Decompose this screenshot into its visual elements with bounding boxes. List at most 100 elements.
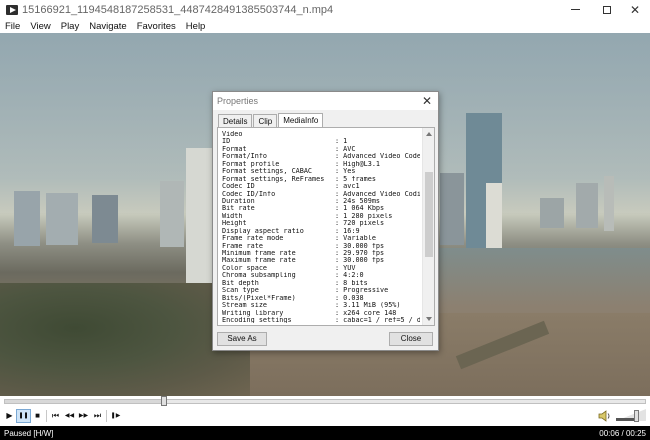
mediainfo-value: : YUV [335,264,356,272]
building [576,183,598,228]
mediainfo-scrollbar[interactable] [422,128,434,325]
volume-thumb[interactable] [634,410,640,422]
mediainfo-value: : Variable [335,235,376,243]
seek-track[interactable] [4,399,646,404]
building [540,198,564,228]
mediainfo-value: : 1 [335,138,348,146]
mediainfo-row: Video [222,131,420,138]
mediainfo-panel: Video ID: 1 Format: AVC Format/Info: Advanc… [217,127,435,326]
mediainfo-value: : avc1 [335,183,360,191]
mediainfo-value: : 29.970 fps [335,250,385,257]
mediainfo-row: Format/Info: Advanced Video Codec [222,153,420,160]
mediainfo-key: Format/Info [222,153,268,161]
previous-button[interactable]: ⏮ [48,409,63,423]
seek-thumb[interactable] [161,396,167,406]
tab-details[interactable]: Details [218,114,253,127]
mediainfo-row: Chroma subsampling: 4:2:0 [222,272,420,279]
scroll-down-icon[interactable] [426,317,432,321]
building [160,181,184,247]
mediainfo-text[interactable]: Video ID: 1 Format: AVC Format/Info: Advanc… [222,131,420,323]
menu-file[interactable]: File [0,21,25,32]
menu-navigate[interactable]: Navigate [84,21,132,32]
mediainfo-row: Format settings, ReFrames: 5 frames [222,176,420,183]
menu-bar: File View Play Navigate Favorites Help [0,19,650,33]
mediainfo-value: : 1 280 pixels [335,212,393,220]
mediainfo-row: Stream size: 3.11 MiB (95%) [222,302,420,309]
mediainfo-row: Frame rate mode : Variable [222,235,420,242]
status-bar: Paused [H/W] 00:06 / 00:25 [0,426,650,440]
mediainfo-row: Minimum frame rate: 29.970 fps [222,250,420,257]
frame-step-icon: ❚▶ [110,413,121,419]
mediainfo-key: Height [222,220,247,228]
mediainfo-key: Display aspect ratio [222,227,304,235]
dialog-title: Properties [217,96,259,106]
mediainfo-row: Format: AVC [222,146,420,153]
scroll-thumb[interactable] [425,172,433,257]
mediainfo-row: Writing library: x264 core 148 [222,310,420,317]
building [440,173,464,245]
stop-button[interactable]: ■ [30,409,45,423]
mediainfo-key: Frame rate mode [222,235,284,243]
building [92,195,118,243]
close-icon: ✕ [629,2,641,17]
frame-step-button[interactable]: ❚▶ [108,409,123,423]
menu-view[interactable]: View [25,21,55,32]
play-button[interactable]: ▶ [2,409,17,423]
mediainfo-row: ID : 1 [222,138,420,145]
volume-icon[interactable] [598,409,612,423]
close-window-button[interactable]: ✕ [620,0,650,19]
mediainfo-key: Writing library [222,309,284,317]
scroll-up-icon[interactable] [426,132,432,136]
mediainfo-value: : 5 frames [335,175,376,183]
mediainfo-row: Bit depth: 8 bits [222,280,420,287]
rewind-button[interactable]: ◀◀ [62,409,77,423]
mediainfo-value: : 720 pixels [335,220,385,228]
mediainfo-row: Scan type: Progressive [222,287,420,294]
seek-bar[interactable] [0,396,650,406]
mediainfo-key: Frame rate [222,242,263,250]
menu-help[interactable]: Help [181,21,211,32]
mediainfo-value: : 1 064 Kbps [335,205,385,213]
seek-progress [5,400,165,403]
mediainfo-row: Width: 1 280 pixels [222,213,420,220]
mediainfo-value: : cabac=1 / ref=5 / deb [335,316,420,323]
building [486,183,502,255]
mediainfo-value: : Advanced Video Coding [335,190,420,198]
window-title: 15166921_1194548187258531_44874284913855… [22,3,334,16]
maximize-button[interactable] [592,0,622,19]
mediainfo-value: : Progressive [335,287,389,295]
mediainfo-key: Bit rate [222,205,255,213]
mediainfo-key: Format [222,145,247,153]
volume-slider[interactable] [616,409,646,423]
close-button[interactable]: Close [389,332,433,346]
mediainfo-row: Display aspect ratio: 16:9 [222,228,420,235]
dialog-close-icon[interactable]: ✕ [420,94,434,108]
tab-mediainfo[interactable]: MediaInfo [278,113,324,128]
minimize-button[interactable] [560,0,590,19]
tab-clip[interactable]: Clip [253,114,278,127]
mediainfo-key: ID [222,138,231,146]
stop-icon: ■ [35,411,40,420]
next-button[interactable]: ⏭ [90,409,105,423]
mediainfo-row: Maximum frame rate: 30.000 fps [222,257,420,264]
mediainfo-row: Bits/(Pixel*Frame): 0.038 [222,295,420,302]
building [46,193,78,245]
menu-play[interactable]: Play [56,21,84,32]
rewind-icon: ◀◀ [64,413,75,419]
mediainfo-key: Duration [222,197,255,205]
pause-button[interactable]: ❚❚ [16,409,31,423]
playback-status: Paused [H/W] [4,428,54,438]
mediainfo-row: Format profile: High@L3.1 [222,161,420,168]
mediainfo-row: Bit rate : 1 064 Kbps [222,205,420,212]
dialog-tabs: Details Clip MediaInfo [218,113,324,128]
mediainfo-row: Duration: 24s 509ms [222,198,420,205]
pause-icon: ❚❚ [18,413,29,419]
fast-forward-icon: ▶▶ [78,413,89,419]
save-as-button[interactable]: Save As [217,332,267,346]
skip-forward-icon: ⏭ [93,411,102,420]
volume-level [616,418,637,421]
properties-dialog: Properties ✕ Details Clip MediaInfo Vide… [212,91,439,351]
mediainfo-key: Codec ID [222,183,255,191]
fast-forward-button[interactable]: ▶▶ [76,409,91,423]
menu-favorites[interactable]: Favorites [132,21,181,32]
